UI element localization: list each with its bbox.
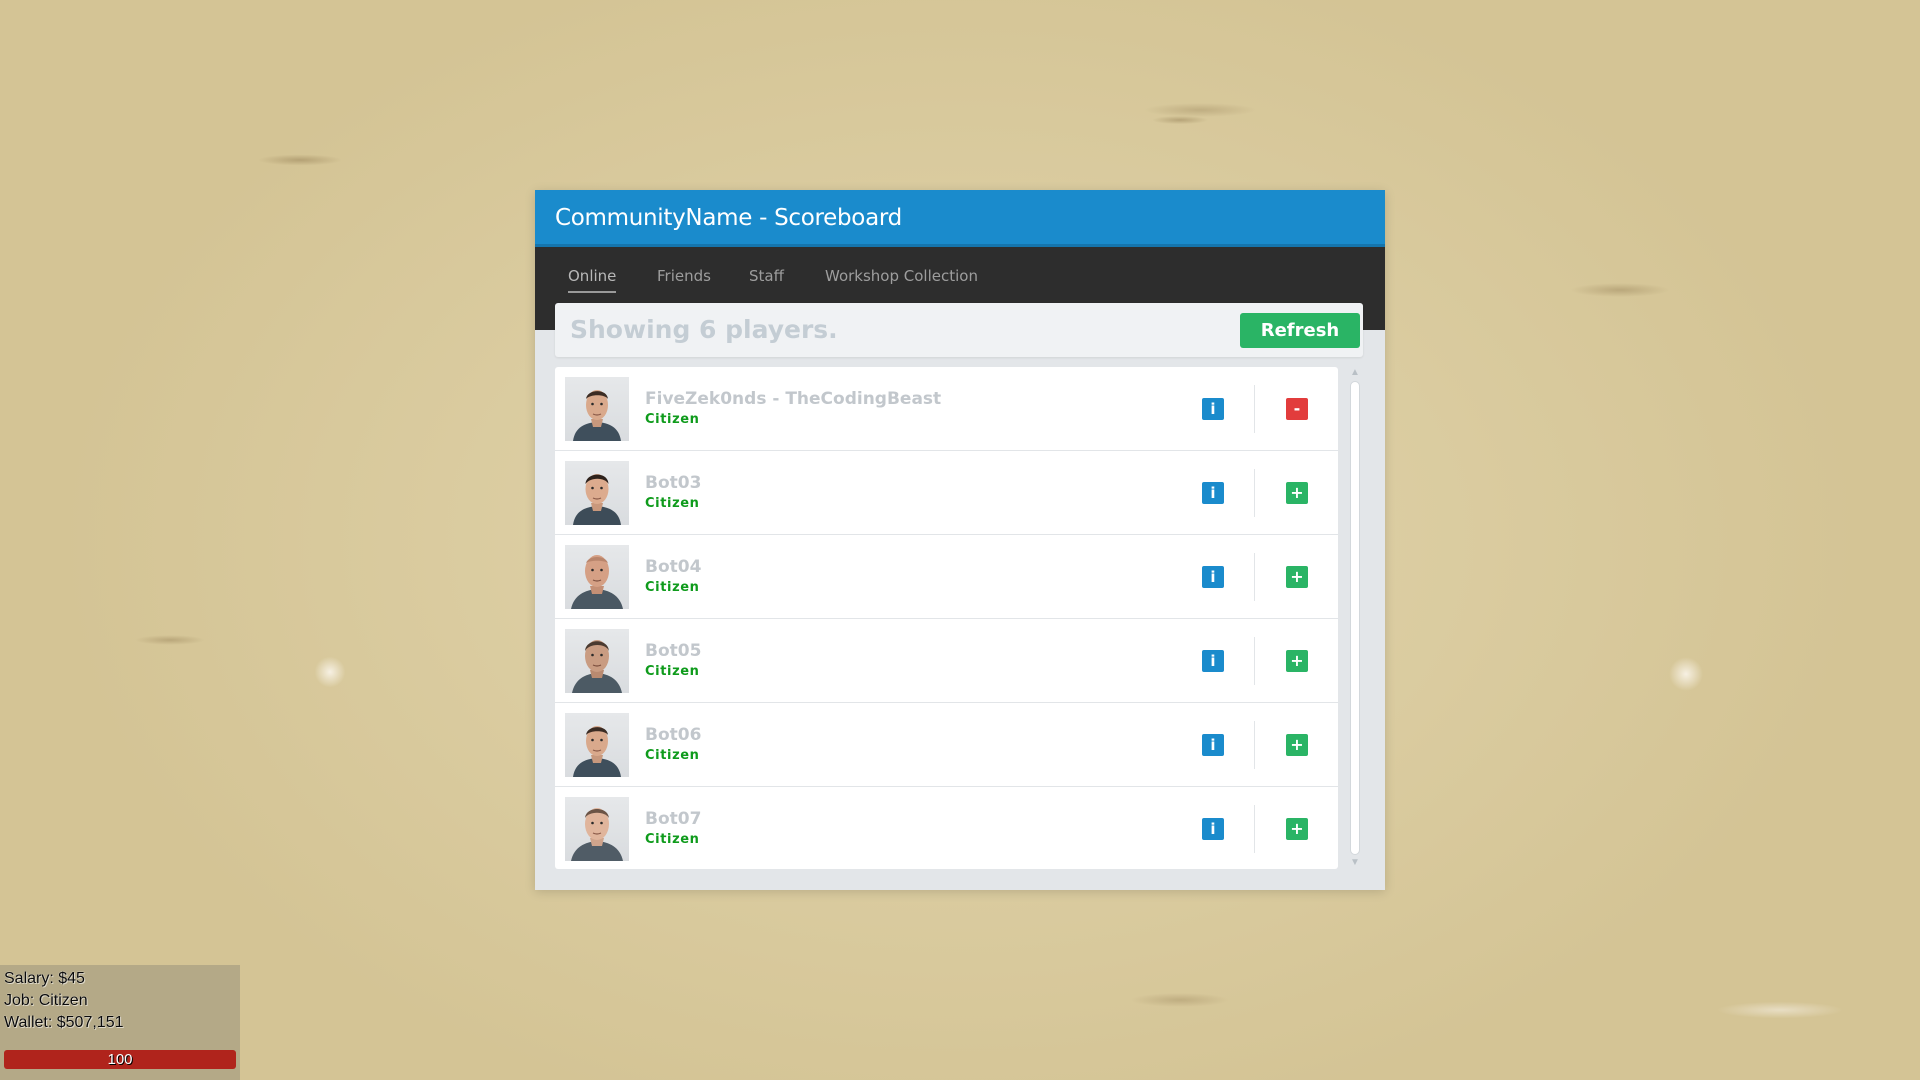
row-divider [1254, 553, 1255, 601]
player-avatar [565, 461, 629, 525]
player-row[interactable]: Bot05 Citizen i + [555, 619, 1338, 703]
player-avatar [565, 545, 629, 609]
row-divider [1254, 721, 1255, 769]
row-divider [1254, 637, 1255, 685]
player-list: FiveZek0nds - TheCodingBeast Citizen i -… [555, 367, 1338, 869]
player-avatar [565, 629, 629, 693]
add-friend-button[interactable]: + [1286, 482, 1308, 504]
hud-job: Job: Citizen [4, 992, 88, 1009]
player-name: FiveZek0nds - TheCodingBeast [645, 389, 942, 409]
scroll-up-arrow-icon[interactable]: ▲ [1349, 367, 1361, 379]
player-job: Citizen [645, 832, 700, 847]
scoreboard-window: CommunityName - Scoreboard Online Friend… [535, 190, 1385, 890]
player-job: Citizen [645, 580, 700, 595]
player-job: Citizen [645, 412, 700, 427]
scroll-track[interactable] [1350, 381, 1360, 855]
scroll-down-arrow-icon[interactable]: ▼ [1349, 857, 1361, 869]
player-row[interactable]: Bot06 Citizen i + [555, 703, 1338, 787]
player-info-button[interactable]: i [1202, 566, 1224, 588]
remove-friend-button[interactable]: - [1286, 398, 1308, 420]
tab-staff[interactable]: Staff [749, 267, 784, 285]
scroll-thumb[interactable] [1350, 381, 1360, 855]
player-name: Bot06 [645, 725, 702, 745]
player-row[interactable]: FiveZek0nds - TheCodingBeast Citizen i - [555, 367, 1338, 451]
tab-online[interactable]: Online [568, 267, 617, 293]
player-avatar [565, 377, 629, 441]
player-name: Bot05 [645, 641, 702, 661]
player-name: Bot04 [645, 557, 702, 577]
player-info-button[interactable]: i [1202, 482, 1224, 504]
player-count-text: Showing 6 players. [570, 315, 838, 344]
player-list-scrollbar[interactable]: ▲ ▼ [1348, 367, 1362, 869]
player-count-bar: Showing 6 players. Refresh [555, 303, 1363, 357]
player-job: Citizen [645, 748, 700, 763]
health-value: 100 [107, 1051, 133, 1068]
tab-friends[interactable]: Friends [657, 267, 711, 285]
player-name: Bot07 [645, 809, 702, 829]
player-row[interactable]: Bot03 Citizen i + [555, 451, 1338, 535]
player-info-button[interactable]: i [1202, 734, 1224, 756]
player-name: Bot03 [645, 473, 702, 493]
scoreboard-titlebar: CommunityName - Scoreboard [535, 190, 1385, 247]
player-avatar [565, 797, 629, 861]
player-info-button[interactable]: i [1202, 650, 1224, 672]
refresh-button[interactable]: Refresh [1240, 313, 1360, 348]
scoreboard-title: CommunityName - Scoreboard [555, 205, 902, 231]
player-info-button[interactable]: i [1202, 398, 1224, 420]
player-job: Citizen [645, 496, 700, 511]
add-friend-button[interactable]: + [1286, 566, 1308, 588]
player-info-button[interactable]: i [1202, 818, 1224, 840]
player-row[interactable]: Bot07 Citizen i + [555, 787, 1338, 869]
player-row[interactable]: Bot04 Citizen i + [555, 535, 1338, 619]
tab-workshop-collection[interactable]: Workshop Collection [825, 267, 978, 285]
add-friend-button[interactable]: + [1286, 734, 1308, 756]
add-friend-button[interactable]: + [1286, 818, 1308, 840]
row-divider [1254, 469, 1255, 517]
hud-wallet: Wallet: $507,151 [4, 1014, 124, 1031]
add-friend-button[interactable]: + [1286, 650, 1308, 672]
health-bar: 100 [4, 1050, 236, 1069]
player-avatar [565, 713, 629, 777]
hud-salary: Salary: $45 [4, 970, 85, 987]
player-job: Citizen [645, 664, 700, 679]
row-divider [1254, 805, 1255, 853]
row-divider [1254, 385, 1255, 433]
player-hud: Salary: $45 Job: Citizen Wallet: $507,15… [0, 965, 240, 1080]
